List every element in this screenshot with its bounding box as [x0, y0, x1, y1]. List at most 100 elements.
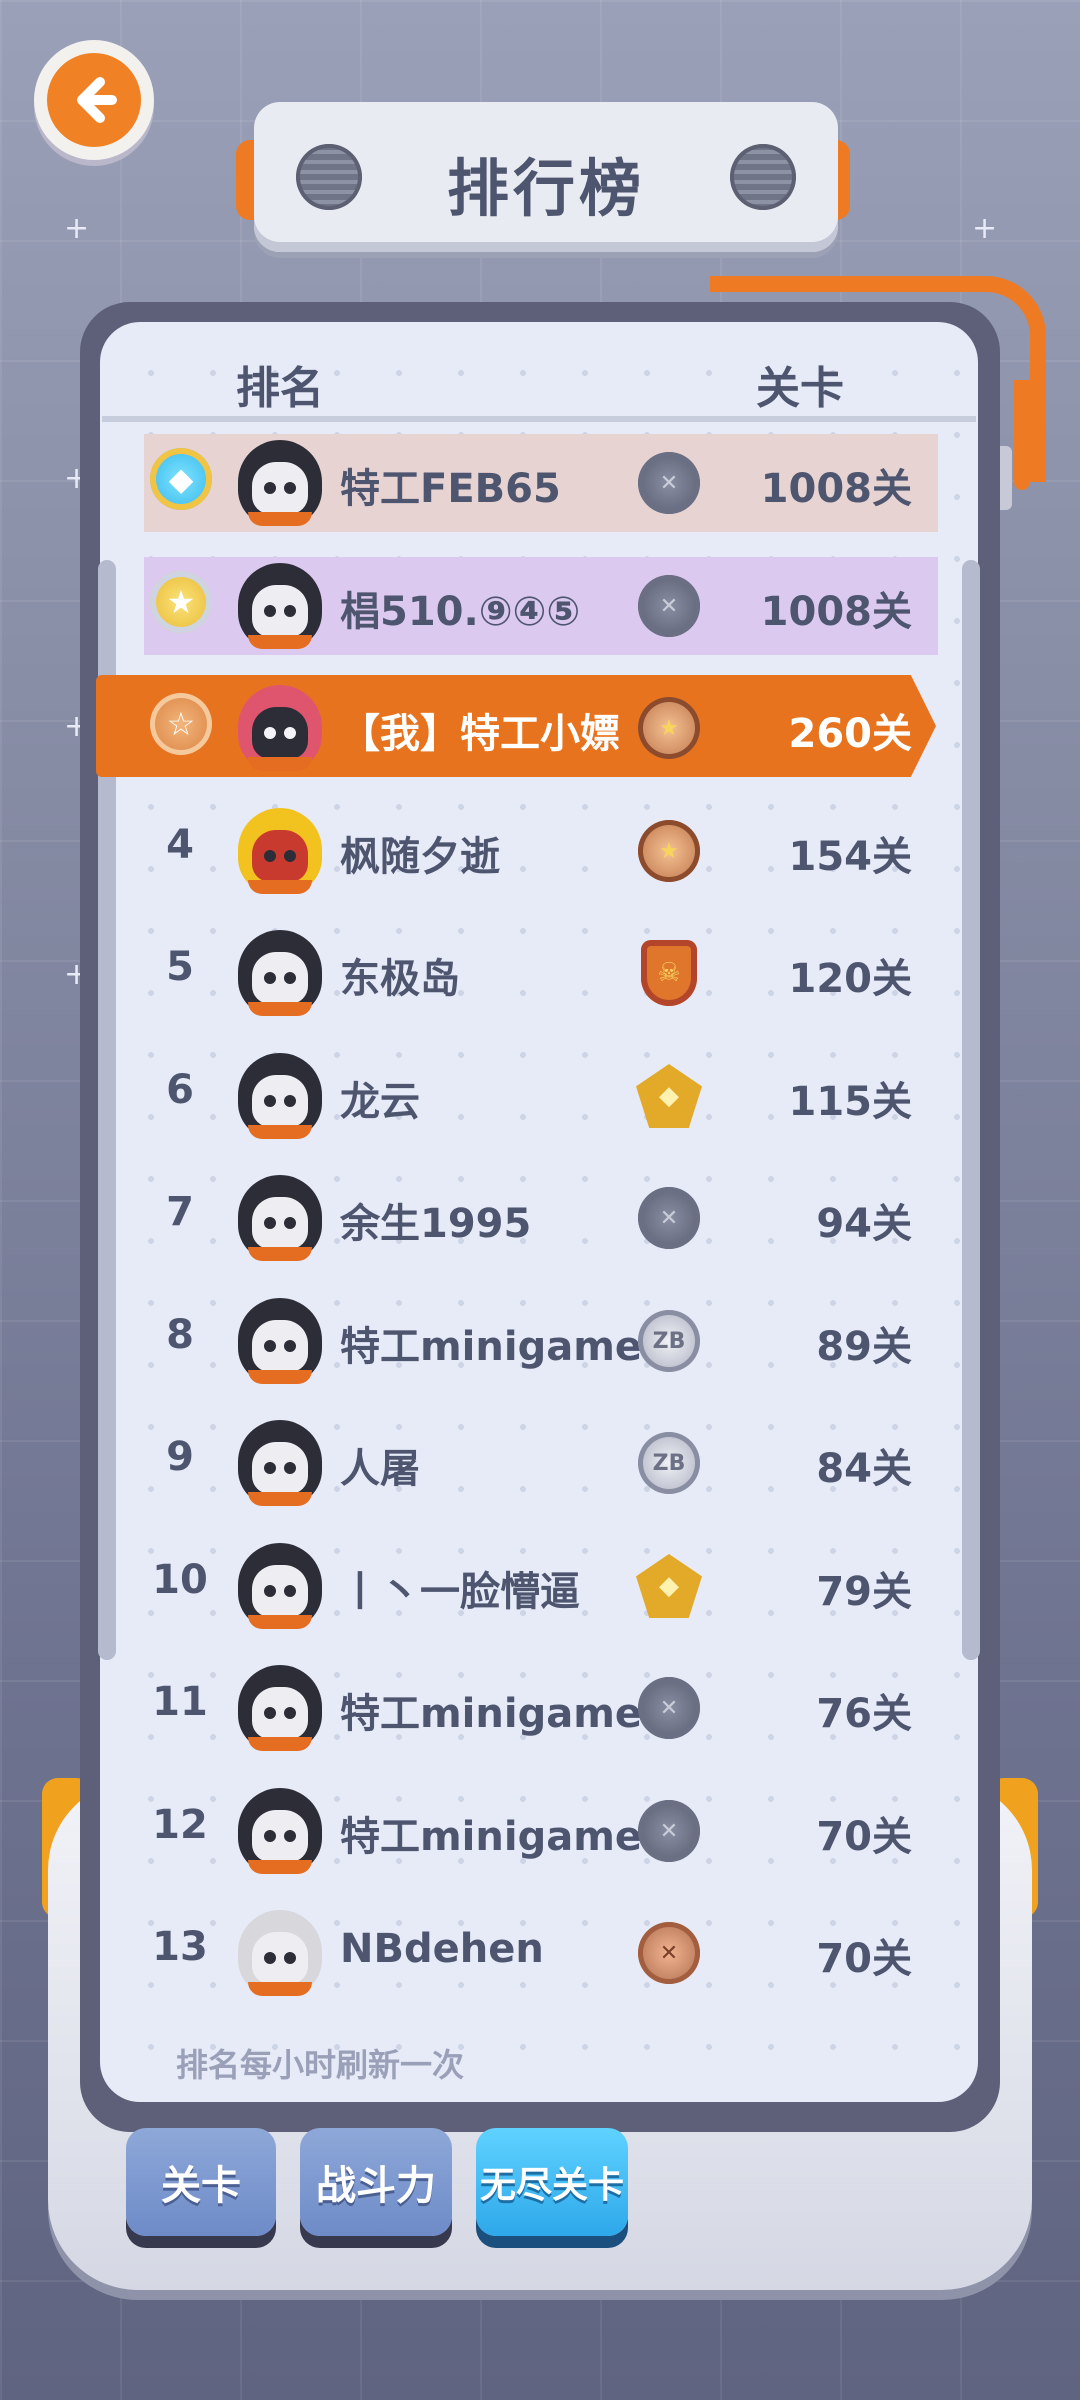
avatar[interactable]: [238, 440, 322, 526]
gray-x-badge-slot: ✕: [636, 1675, 702, 1741]
silver-zb-badge-icon: ZB: [638, 1310, 700, 1372]
bronze-star-badge-icon: ★: [638, 697, 700, 759]
back-arrow-icon: [47, 53, 141, 147]
bronze-x-badge-slot: ✕: [636, 1920, 702, 1986]
rank-number: 5: [166, 944, 194, 990]
gold-wing-badge-icon: ◆: [636, 1064, 702, 1128]
rank-column-header: 排名: [236, 363, 324, 414]
silver-zb-badge-icon: ZB: [638, 1432, 700, 1494]
title-plaque: 排行榜: [254, 102, 838, 252]
list-item[interactable]: 9 人屠 ZB 84关: [0, 1414, 1080, 1512]
player-name: 东极岛: [340, 956, 460, 1002]
rank-number: 9: [166, 1434, 194, 1480]
avatar[interactable]: [238, 563, 322, 649]
back-button[interactable]: [34, 40, 154, 160]
level-score: 84关: [816, 1446, 912, 1492]
level-score: 1008关: [760, 466, 912, 512]
rank-number: 6: [166, 1067, 194, 1113]
silver-zb-badge-slot: ZB: [636, 1430, 702, 1496]
decor-plus: +: [972, 211, 998, 246]
list-item[interactable]: 8 特工minigame ZB 89关: [0, 1292, 1080, 1390]
orange-shield-badge-slot: ☠: [636, 940, 702, 1006]
player-name: 人屠: [340, 1446, 420, 1492]
rank-number: 4: [166, 822, 194, 868]
player-name: NBdehen: [340, 1926, 544, 1972]
gray-x-badge-icon: ✕: [638, 1800, 700, 1862]
list-item[interactable]: 10 丨丶一脸懵逼 ◆ 79关: [0, 1537, 1080, 1635]
gray-x-badge-slot: ✕: [636, 450, 702, 516]
level-score: 94关: [816, 1201, 912, 1247]
my-score: 260关: [788, 711, 913, 757]
level-score: 120关: [788, 956, 913, 1002]
silver-zb-badge-slot: ZB: [636, 1308, 702, 1374]
bronze-x-badge-icon: ✕: [638, 1922, 700, 1984]
page-title: 排行榜: [446, 152, 645, 225]
player-name: 余生1995: [340, 1201, 532, 1247]
player-name: 椙510.⑨④⑤: [340, 589, 581, 635]
orange-shield-badge-icon: ☠: [641, 940, 697, 1006]
gold-wing-badge-slot: ◆: [636, 1063, 702, 1129]
tab-power[interactable]: 战斗力: [300, 2128, 452, 2236]
rank-number: 7: [166, 1189, 194, 1235]
my-avatar[interactable]: [238, 685, 322, 771]
level-score: 70关: [816, 1814, 912, 1860]
level-score: 89关: [816, 1324, 912, 1370]
tab-endless-level[interactable]: 无尽关卡: [476, 2128, 628, 2236]
list-item[interactable]: 7 余生1995 ✕ 94关: [0, 1169, 1080, 1267]
avatar[interactable]: [238, 808, 322, 894]
list-item[interactable]: 6 龙云 ◆ 115关: [0, 1047, 1080, 1145]
player-name: 丨丶一脸懵逼: [340, 1569, 580, 1615]
level-score: 115关: [788, 1079, 913, 1125]
gray-x-badge-icon: ✕: [638, 1187, 700, 1249]
level-score: 70关: [816, 1936, 912, 1982]
gold-wing-badge-slot: ◆: [636, 1553, 702, 1619]
player-name: 特工FEB65: [340, 466, 561, 512]
avatar[interactable]: [238, 1298, 322, 1384]
player-name: 枫随夕逝: [340, 834, 500, 880]
list-item[interactable]: ☆ 【我】特工小嫖 ★ 260关: [0, 675, 1080, 777]
refresh-note: 排名每小时刷新一次: [176, 2046, 465, 2084]
level-score: 76关: [816, 1691, 912, 1737]
rank-number: 11: [152, 1679, 208, 1725]
player-name: 龙云: [340, 1079, 420, 1125]
player-name: 特工minigame: [340, 1324, 643, 1370]
rank-number: 12: [152, 1802, 208, 1848]
avatar[interactable]: [238, 1665, 322, 1751]
my-player-name: 【我】特工小嫖: [340, 711, 620, 757]
player-name: 特工minigame: [340, 1691, 643, 1737]
list-item[interactable]: 12 特工minigame ✕ 70关: [0, 1782, 1080, 1880]
list-item[interactable]: 11 特工minigame ✕ 76关: [0, 1659, 1080, 1757]
header-divider: [102, 416, 976, 422]
avatar[interactable]: [238, 1543, 322, 1629]
tab-level[interactable]: 关卡: [126, 2128, 276, 2236]
list-item[interactable]: ◆ 特工FEB65 ✕ 1008关: [0, 434, 1080, 532]
list-item[interactable]: 13 NBdehen ✕ 70关: [0, 1904, 1080, 2002]
rank-number: 10: [152, 1557, 208, 1603]
level-score: 154关: [788, 834, 913, 880]
level-score: 1008关: [760, 589, 912, 635]
list-item[interactable]: 5 东极岛 ☠ 120关: [0, 924, 1080, 1022]
avatar[interactable]: [238, 1420, 322, 1506]
bronze-star-badge-slot: ★: [636, 818, 702, 884]
player-name: 特工minigame: [340, 1814, 643, 1860]
gray-x-badge-icon: ✕: [638, 575, 700, 637]
avatar[interactable]: [238, 1788, 322, 1874]
gray-x-badge-slot: ✕: [636, 573, 702, 639]
diamond-medal-icon: ◆: [150, 448, 212, 510]
level-column-header: 关卡: [756, 363, 844, 414]
avatar[interactable]: [238, 1910, 322, 1996]
gold-medal-icon: ★: [150, 571, 212, 633]
avatar[interactable]: [238, 930, 322, 1016]
avatar[interactable]: [238, 1175, 322, 1261]
level-score: 79关: [816, 1569, 912, 1615]
list-item[interactable]: 4 枫随夕逝 ★ 154关: [0, 802, 1080, 900]
decor-plus: +: [64, 211, 90, 246]
rank-number: 8: [166, 1312, 194, 1358]
bronze-star-badge-slot: ★: [636, 695, 702, 761]
gray-x-badge-icon: ✕: [638, 452, 700, 514]
gold-wing-badge-icon: ◆: [636, 1554, 702, 1618]
rank-number: 13: [152, 1924, 208, 1970]
avatar[interactable]: [238, 1053, 322, 1139]
list-item[interactable]: ★ 椙510.⑨④⑤ ✕ 1008关: [0, 557, 1080, 655]
gray-x-badge-slot: ✕: [636, 1798, 702, 1864]
